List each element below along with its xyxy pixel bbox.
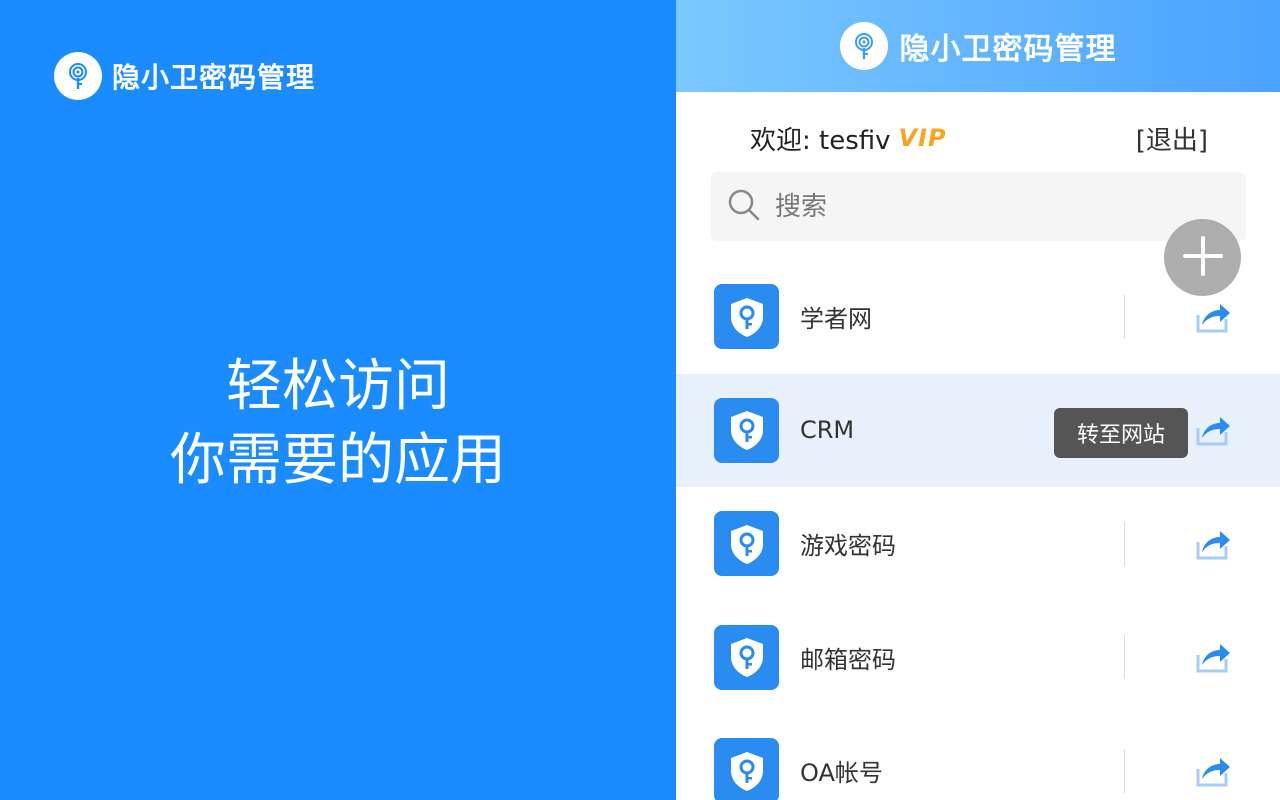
share-arrow-icon[interactable] [1192, 410, 1232, 450]
promo-brand: 隐小卫密码管理 [54, 52, 315, 100]
list-item[interactable]: CRM [676, 373, 1280, 487]
slogan-line-1: 轻松访问 [226, 354, 450, 419]
logout-link[interactable]: [退出] [1136, 120, 1208, 157]
welcome-text-group: 欢迎: tesfiv VIP [750, 120, 947, 157]
go-to-website-tooltip: 转至网站 [1054, 408, 1188, 458]
app-panel: 隐小卫密码管理 欢迎: tesfiv VIP [退出] 搜索 学者网 CRM 游… [676, 0, 1280, 800]
divider [1124, 635, 1125, 680]
search-input[interactable] [775, 191, 1175, 222]
list-item-name: OA帐号 [800, 759, 883, 788]
divider [1124, 294, 1125, 339]
welcome-row: 欢迎: tesfiv VIP [退出] [750, 118, 1208, 158]
password-list: 学者网 CRM 游戏密码 邮箱密码 OA帐号 转至网站 [676, 260, 1280, 800]
shield-key-icon [714, 397, 779, 463]
list-item[interactable]: 邮箱密码 [676, 601, 1280, 715]
search-icon [727, 188, 761, 226]
add-button[interactable] [1164, 219, 1241, 296]
app-header: 隐小卫密码管理 [676, 0, 1280, 92]
list-item-name: 邮箱密码 [800, 645, 896, 674]
divider [1124, 748, 1125, 793]
list-item[interactable]: OA帐号 [676, 714, 1280, 800]
promo-panel: 隐小卫密码管理 轻松访问 你需要的应用 [0, 0, 676, 800]
app-title: 隐小卫密码管理 [899, 32, 1117, 67]
shield-key-icon [714, 624, 779, 690]
search-box[interactable] [711, 172, 1246, 241]
list-item-name: CRM [800, 416, 855, 445]
divider [1124, 521, 1125, 566]
list-item-name: 学者网 [800, 305, 872, 334]
list-item[interactable]: 游戏密码 [676, 487, 1280, 601]
promo-brand-name: 隐小卫密码管理 [112, 61, 316, 94]
plus-icon [1181, 234, 1225, 282]
slogan-line-2: 你需要的应用 [170, 428, 506, 493]
fingerprint-key-icon [839, 22, 888, 70]
share-arrow-icon[interactable] [1192, 751, 1232, 791]
shield-key-icon [714, 284, 779, 350]
share-arrow-icon[interactable] [1192, 637, 1232, 677]
shield-key-icon [714, 511, 779, 577]
share-arrow-icon[interactable] [1192, 297, 1232, 337]
list-item-name: 游戏密码 [800, 532, 896, 561]
vip-badge: VIP [898, 124, 947, 152]
promo-slogan: 轻松访问 你需要的应用 [0, 350, 676, 498]
share-arrow-icon[interactable] [1192, 524, 1232, 564]
fingerprint-key-icon [54, 52, 102, 100]
welcome-label: 欢迎: tesfiv [750, 125, 891, 156]
shield-key-icon [714, 738, 779, 800]
